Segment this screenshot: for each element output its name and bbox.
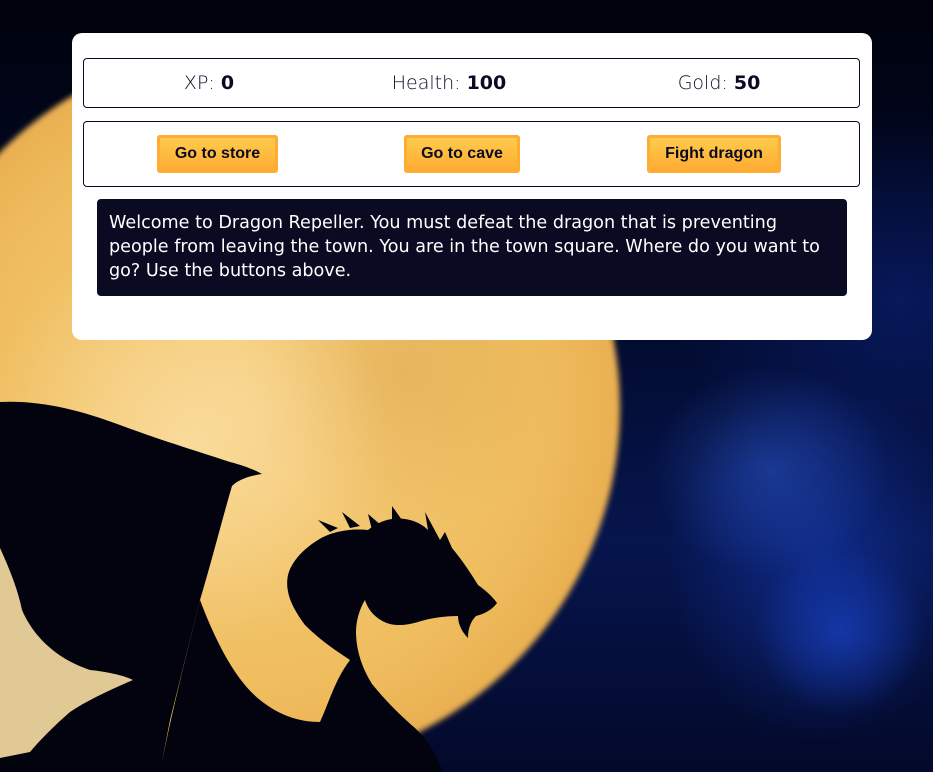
fight-dragon-button[interactable]: Fight dragon — [647, 135, 781, 173]
game-message-text: Welcome to Dragon Repeller. You must def… — [97, 199, 847, 296]
gold-label: Gold: — [677, 72, 728, 94]
stats-panel: XP: 0 Health: 100 Gold: 50 — [83, 58, 860, 108]
health-label: Health: — [391, 72, 461, 94]
health-value: 100 — [466, 72, 507, 94]
controls-panel: Go to store Go to cave Fight dragon — [83, 121, 860, 187]
xp-label: XP: — [183, 72, 215, 94]
xp-value: 0 — [220, 72, 235, 94]
go-to-store-button[interactable]: Go to store — [157, 135, 278, 173]
stat-health: Health: 100 — [384, 59, 514, 107]
game-card: XP: 0 Health: 100 Gold: 50 Go to store G… — [72, 33, 872, 340]
stat-gold: Gold: 50 — [664, 59, 774, 107]
game-scene: XP: 0 Health: 100 Gold: 50 Go to store G… — [0, 0, 933, 772]
stat-xp: XP: 0 — [174, 59, 244, 107]
gold-value: 50 — [733, 72, 761, 94]
go-to-cave-button[interactable]: Go to cave — [404, 135, 520, 173]
